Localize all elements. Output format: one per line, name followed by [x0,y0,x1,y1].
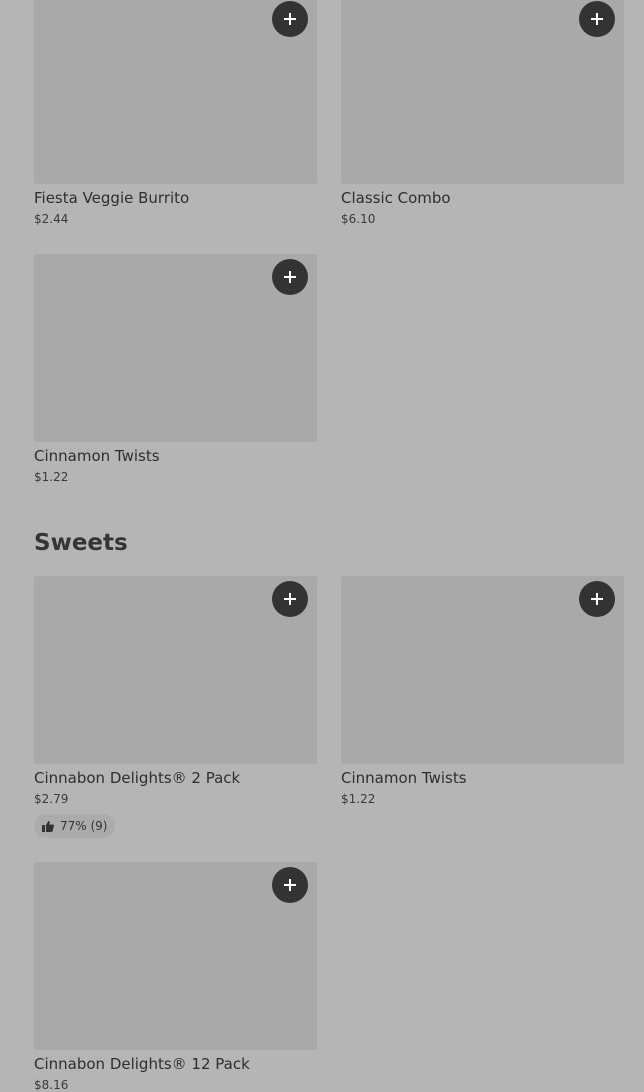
add-to-cart-button[interactable] [272,259,308,295]
menu-item-price: $2.79 [34,792,69,806]
menu-item-price: $1.22 [341,792,376,806]
rating-text: 77% (9) [60,819,108,833]
plus-icon [284,271,296,283]
menu-item-card[interactable]: Cinnabon Delights® 12 Pack $8.16 [34,862,317,1092]
menu-item-image[interactable] [34,0,317,184]
add-to-cart-button[interactable] [579,581,615,617]
menu-item-card[interactable]: Cinnamon Twists $1.22 [341,576,624,806]
menu-item-name: Cinnabon Delights® 2 Pack [34,769,241,787]
menu-item-card[interactable]: Classic Combo $6.10 [341,0,624,226]
plus-icon [284,13,296,25]
menu-item-price: $2.44 [34,212,69,226]
menu-item-image[interactable] [34,862,317,1050]
plus-icon [591,13,603,25]
menu-item-image[interactable] [341,576,624,764]
menu-item-price: $6.10 [341,212,376,226]
rating-badge: 77% (9) [34,814,116,838]
menu-item-image[interactable] [34,576,317,764]
menu-item-name: Cinnamon Twists [34,447,160,465]
menu-item-price: $1.22 [34,470,69,484]
add-to-cart-button[interactable] [579,1,615,37]
add-to-cart-button[interactable] [272,867,308,903]
plus-icon [284,593,296,605]
menu-item-image[interactable] [34,254,317,442]
menu-item-image[interactable] [341,0,624,184]
menu-item-card[interactable]: Cinnamon Twists $1.22 [34,254,317,484]
thumbs-up-icon [42,820,54,832]
section-title-sweets: Sweets [34,530,128,556]
menu-item-name: Fiesta Veggie Burrito [34,189,190,207]
menu-item-card[interactable]: Cinnabon Delights® 2 Pack $2.79 77% (9) [34,576,317,838]
menu-item-name: Classic Combo [341,189,451,207]
plus-icon [591,593,603,605]
plus-icon [284,879,296,891]
add-to-cart-button[interactable] [272,1,308,37]
menu-item-card[interactable]: Fiesta Veggie Burrito $2.44 [34,0,317,226]
menu-item-name: Cinnabon Delights® 12 Pack [34,1055,250,1073]
menu-item-name: Cinnamon Twists [341,769,467,787]
add-to-cart-button[interactable] [272,581,308,617]
menu-item-price: $8.16 [34,1078,69,1092]
